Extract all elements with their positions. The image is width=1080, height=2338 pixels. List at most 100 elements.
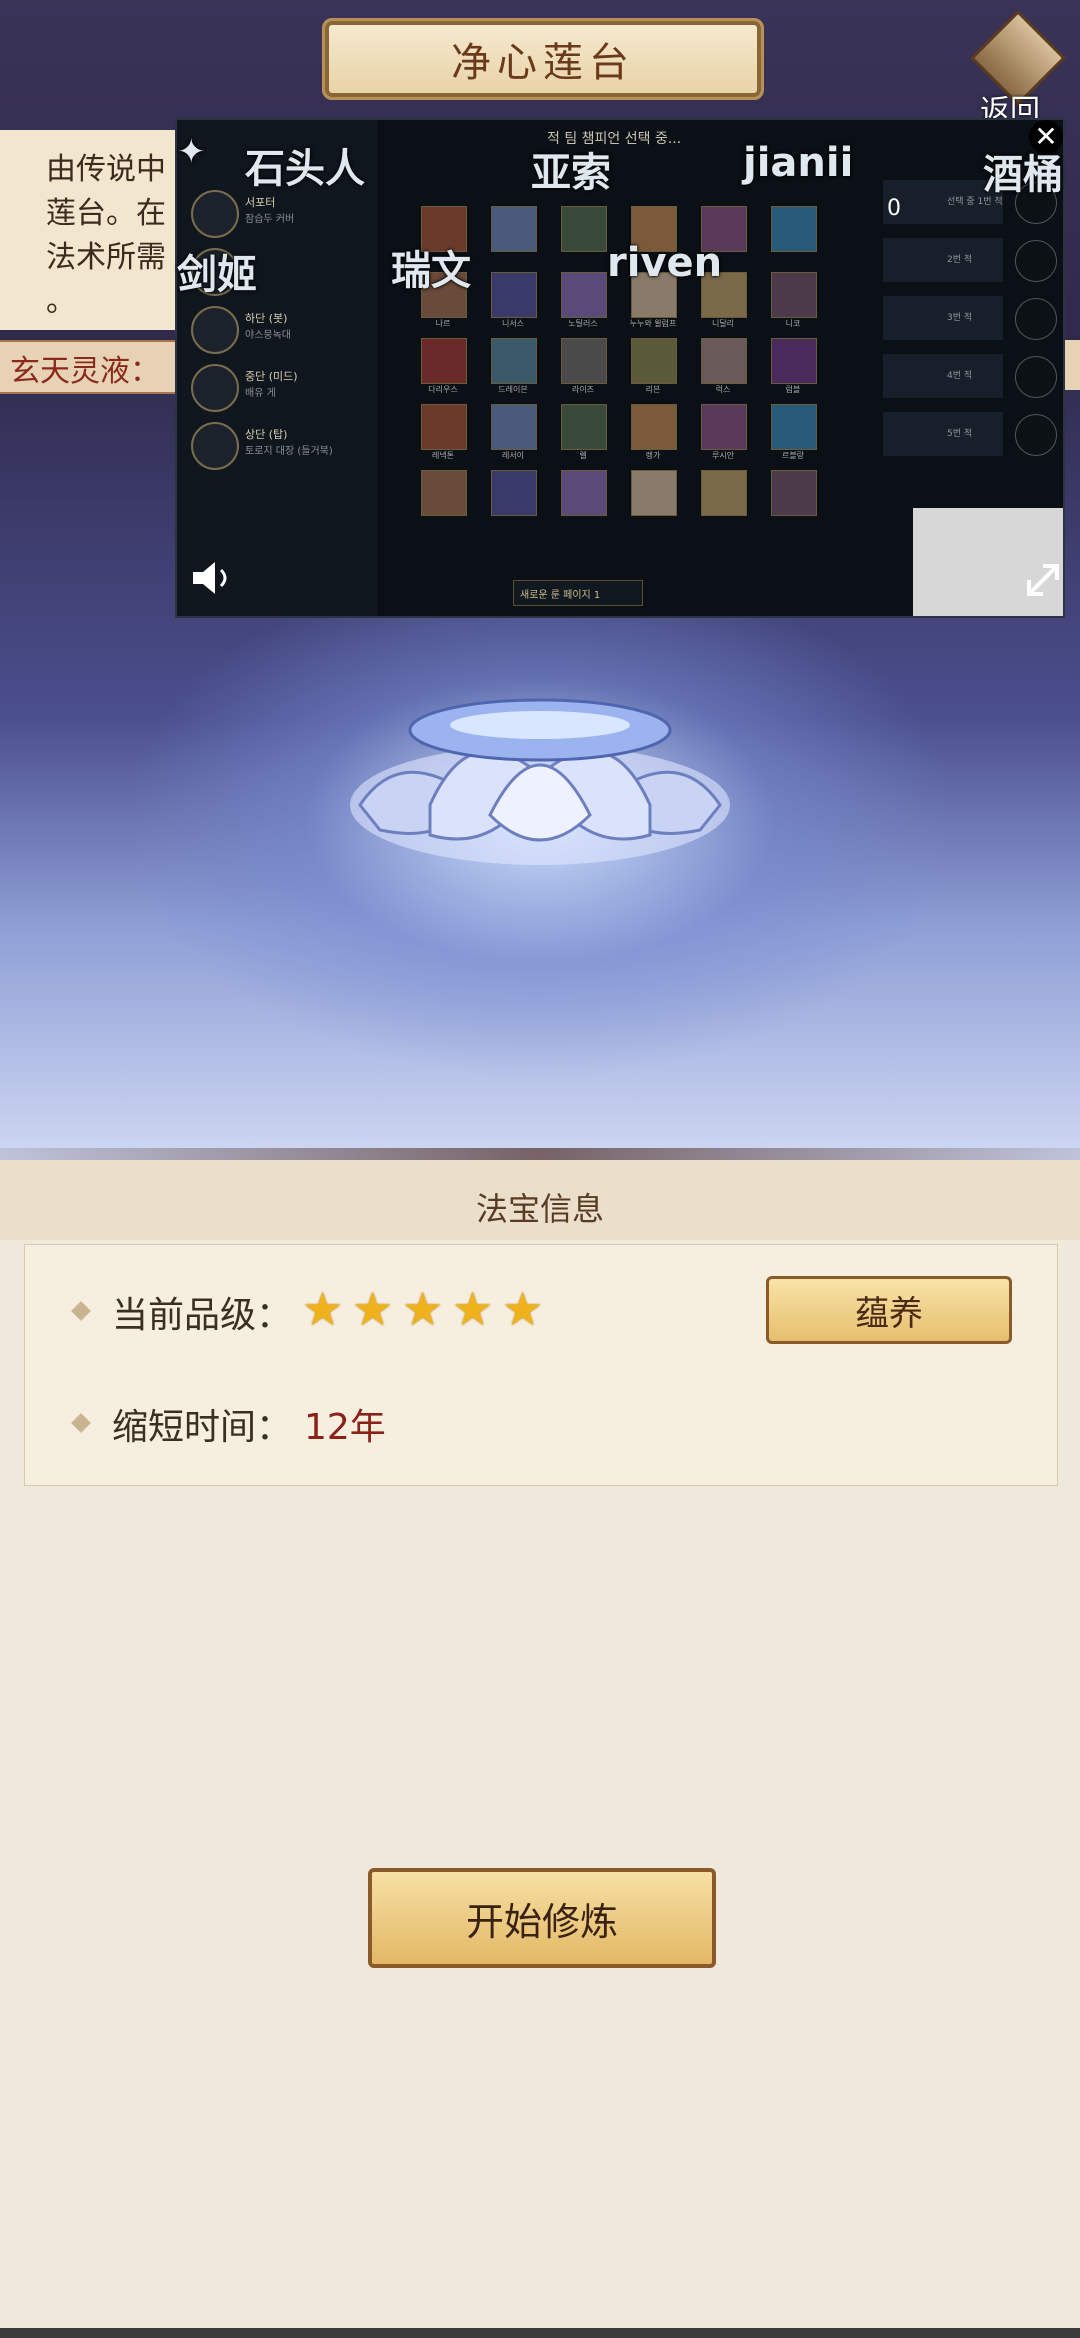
back-button[interactable]: 返回	[962, 9, 1072, 129]
champion-portrait[interactable]	[701, 338, 747, 384]
enemy-slot: 5번 적	[883, 412, 1059, 462]
shorten-value: 12年	[304, 1407, 386, 1448]
team-slot: 서포터 잠습두 커버	[191, 190, 371, 242]
team-slot: 하단 (봇) 야스뭉녹대	[191, 306, 371, 358]
slot-player: 야스뭉녹대	[245, 330, 291, 341]
slot-player: 배유 게	[245, 388, 276, 399]
enemy-slot-label: 2번 적	[947, 255, 973, 265]
slot-player: 잠습두 커버	[245, 214, 295, 225]
champion-portrait[interactable]	[771, 338, 817, 384]
champion-name: 니코	[785, 319, 801, 328]
champion-portrait[interactable]	[491, 470, 537, 516]
champion-name: 르블랑	[781, 451, 805, 460]
champion-portrait[interactable]	[771, 404, 817, 450]
champion-portrait[interactable]	[421, 338, 467, 384]
champion-portrait[interactable]	[701, 404, 747, 450]
champion-name: 니달리	[711, 319, 735, 328]
champion-name: 럭스	[715, 385, 731, 394]
champion-portrait[interactable]	[561, 206, 607, 252]
enemy-panel: 선택 중 1번 적 2번 적 3번 적 4번 적 5번 적	[877, 180, 1063, 560]
start-cultivation-button[interactable]: 开始修炼	[368, 1868, 716, 1968]
champion-name: 리븐	[645, 385, 661, 394]
champion-name: 니서스	[501, 319, 525, 328]
champion-portrait[interactable]	[631, 470, 677, 516]
champion-portrait[interactable]	[421, 470, 467, 516]
champion-portrait[interactable]	[491, 338, 537, 384]
description-text: 由传说中 莲台。在 法术所需 。	[46, 148, 186, 324]
enemy-slot-label: 5번 적	[947, 429, 973, 439]
champion-portrait[interactable]	[491, 404, 537, 450]
champion-portrait[interactable]	[701, 470, 747, 516]
champion-name: 드레이븐	[498, 385, 528, 394]
champion-portrait[interactable]	[491, 272, 537, 318]
slot-role: 하단 (봇)	[245, 312, 288, 325]
role-icon	[191, 422, 239, 470]
champion-name: 루시안	[711, 451, 735, 460]
enemy-slot-label: 4번 적	[947, 371, 973, 381]
champion-portrait[interactable]	[771, 470, 817, 516]
champion-portrait[interactable]	[421, 404, 467, 450]
title-banner: 净心莲台	[322, 18, 764, 100]
enemy-slot-label: 3번 적	[947, 313, 973, 323]
role-icon	[191, 364, 239, 412]
info-section-title: 法宝信息	[475, 1190, 604, 1228]
role-icon	[191, 306, 239, 354]
champion-name: 레넥톤	[431, 451, 455, 460]
shorten-label: 缩短时间：	[112, 1407, 293, 1448]
champion-name: 라이즈	[571, 385, 595, 394]
close-icon[interactable]: ✕	[1029, 120, 1063, 154]
lotus-icon	[350, 698, 730, 865]
description-line: 由传说中	[46, 152, 166, 187]
description-line: 莲台。在	[46, 196, 166, 231]
rune-page-select[interactable]: 새로운 룬 페이지 1	[513, 580, 643, 606]
champion-name: 노틸러스	[568, 319, 598, 328]
champion-portrait[interactable]	[771, 272, 817, 318]
star-icon: ★	[352, 1282, 394, 1336]
team-slot: 상단 (탑) 토로지 대장 (들거북)	[191, 422, 371, 474]
description-line: 法术所需	[46, 240, 166, 275]
slot-role: 중단 (미드)	[245, 370, 298, 383]
slot-role: 상단 (탑)	[245, 428, 288, 441]
description-line: 。	[46, 284, 76, 319]
speaker-icon[interactable]	[189, 558, 239, 598]
champion-name: 누누와 윌럼프	[629, 319, 677, 328]
overlay-name-b: 亚索	[531, 150, 611, 196]
star-icon: ★	[302, 1282, 344, 1336]
champion-portrait[interactable]	[771, 206, 817, 252]
liquid-label: 玄天灵液：	[10, 354, 160, 389]
champion-portrait[interactable]	[561, 338, 607, 384]
slot-role: 서포터	[245, 196, 276, 209]
slot-player: 토로지 대장 (들거북)	[245, 446, 333, 457]
champion-portrait[interactable]	[631, 404, 677, 450]
pin-icon[interactable]: ✦	[177, 132, 206, 172]
enemy-slot: 4번 적	[883, 354, 1059, 404]
expand-icon[interactable]	[1023, 560, 1063, 600]
overlay-name-c: jianii	[743, 140, 854, 186]
champion-name: 렝가	[645, 451, 661, 460]
enemy-slot: 3번 적	[883, 296, 1059, 346]
overlay-name-f: 瑞文	[391, 248, 471, 294]
champion-name: 다리우스	[428, 385, 458, 394]
role-icon	[191, 190, 239, 238]
champion-portrait[interactable]	[631, 338, 677, 384]
team-slot: 중단 (미드) 배유 게	[191, 364, 371, 416]
champion-portrait[interactable]	[561, 470, 607, 516]
champion-portrait[interactable]	[491, 206, 537, 252]
overlay-name-e: 剑姬	[177, 252, 257, 298]
star-icon: ★	[452, 1282, 494, 1336]
enemy-slot: 2번 적	[883, 238, 1059, 288]
champion-name: 럼블	[785, 385, 801, 394]
nurture-button[interactable]: 蕴养	[766, 1276, 1012, 1344]
bottom-bar	[0, 2328, 1080, 2338]
champion-portrait[interactable]	[561, 404, 607, 450]
pick-counter: 0	[887, 196, 901, 221]
overlay-name-g: riven	[607, 240, 723, 286]
page-title: 净心莲台	[451, 40, 635, 86]
champion-name: 레서이	[501, 451, 525, 460]
grade-stars: ★ ★ ★ ★ ★	[302, 1286, 548, 1332]
team-panel: 서포터 잠습두 커버 하단 (봇) 야스뭉녹대 중단 (미드) 배유 게 상단 …	[177, 120, 377, 616]
champion-name: 나르	[435, 319, 451, 328]
champion-portrait[interactable]	[561, 272, 607, 318]
video-overlay[interactable]: 서포터 잠습두 커버 하단 (봇) 야스뭉녹대 중단 (미드) 배유 게 상단 …	[175, 118, 1065, 618]
overlay-name-a: 石头人	[245, 146, 365, 192]
